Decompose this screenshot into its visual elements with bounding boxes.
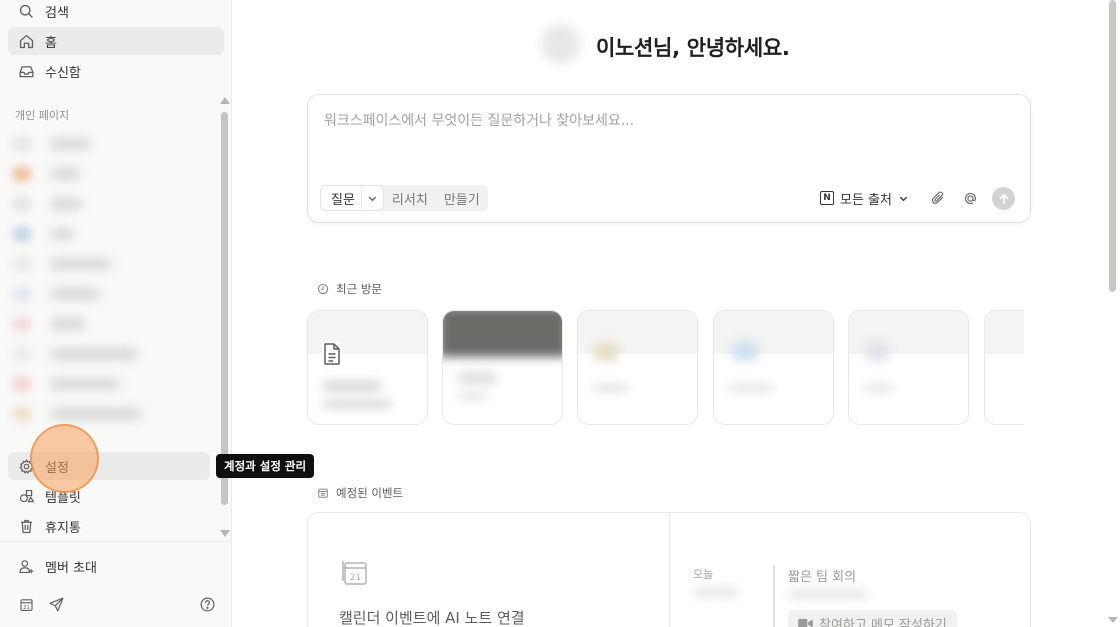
recent-visits-label: 최근 방문 <box>336 282 382 296</box>
sidebar-scrollbar[interactable] <box>221 112 228 505</box>
svg-text:21: 21 <box>23 605 29 611</box>
ask-ai-box[interactable]: 워크스페이스에서 무엇이든 질문하거나 찾아보세요... 질문 리서치 만들기 … <box>307 94 1031 223</box>
upcoming-events-label: 예정된 이벤트 <box>336 486 404 500</box>
mode-label: 질문 <box>331 192 355 208</box>
video-icon <box>798 618 813 627</box>
main-content: 이노션님, 안녕하세요. 워크스페이스에서 무엇이든 질문하거나 찾아보세요..… <box>233 0 1120 627</box>
sidebar-item-trash[interactable]: 휴지통 <box>8 512 210 540</box>
clock-icon <box>317 283 329 295</box>
gear-icon <box>16 456 36 476</box>
page-row[interactable] <box>8 133 208 155</box>
page-row[interactable] <box>8 193 208 215</box>
recent-card[interactable] <box>307 310 428 425</box>
main-scrollbar[interactable] <box>1109 0 1116 292</box>
join-and-take-notes-button[interactable]: 참여하고 메모 작성하기 <box>788 610 957 627</box>
events-divider <box>669 513 670 627</box>
attach-icon[interactable] <box>927 187 949 209</box>
source-selector[interactable]: N 모든 출처 <box>820 187 909 209</box>
shapes-icon <box>16 486 36 506</box>
chevron-down-icon <box>899 196 908 201</box>
add-user-icon <box>16 556 36 576</box>
send-icon[interactable] <box>46 594 66 614</box>
page-row[interactable] <box>8 343 208 365</box>
main-scroll-down-button[interactable] <box>1108 617 1118 623</box>
document-icon <box>322 342 342 366</box>
recent-card[interactable] <box>848 310 969 425</box>
private-pages-label: 개인 페이지 <box>15 109 70 122</box>
connect-calendar-link[interactable]: 캘린더 이벤트에 AI 노트 연결 <box>339 607 525 627</box>
mode-research-button[interactable]: 리서치 <box>384 185 436 211</box>
search-icon <box>16 1 36 21</box>
invite-members-button[interactable]: 멤버 초대 <box>8 552 224 580</box>
svg-text:21: 21 <box>350 573 361 583</box>
page-row[interactable] <box>8 163 208 185</box>
sidebar-item-label: 설정 <box>45 460 69 476</box>
sidebar-item-home[interactable]: 홈 <box>8 27 224 55</box>
join-button-label: 참여하고 메모 작성하기 <box>819 617 947 627</box>
recent-visits-heading: 최근 방문 <box>317 281 382 297</box>
page-row[interactable] <box>8 373 208 395</box>
invite-members-label: 멤버 초대 <box>45 560 97 576</box>
trash-icon <box>16 516 36 536</box>
sidebar-item-templates[interactable]: 템플릿 <box>8 482 210 510</box>
page-row[interactable] <box>8 253 208 275</box>
notion-logo-icon: N <box>820 191 834 205</box>
page-row[interactable] <box>8 223 208 245</box>
page-row[interactable] <box>8 283 208 305</box>
calendar-icon[interactable]: 21 <box>16 594 36 614</box>
recent-card[interactable] <box>984 310 1024 425</box>
sidebar-item-label: 템플릿 <box>45 490 81 506</box>
sidebar-item-label: 수신함 <box>45 65 81 81</box>
sidebar-item-settings[interactable]: 설정 <box>8 452 210 480</box>
page-title: 이노션님, 안녕하세요. <box>596 36 790 60</box>
arrow-up-icon <box>999 193 1008 204</box>
settings-tooltip: 계정과 설정 관리 <box>216 454 315 478</box>
calendar-icon: 21 <box>342 561 367 585</box>
upcoming-events-heading: 예정된 이벤트 <box>317 485 403 501</box>
avatar <box>541 24 581 64</box>
event-timeline-bar <box>773 565 775 627</box>
mode-switcher: 질문 리서치 만들기 <box>320 185 488 211</box>
sidebar-divider <box>0 541 231 542</box>
sidebar-item-label: 홈 <box>45 35 57 51</box>
events-panel: 21 캘린더 이벤트에 AI 노트 연결 오늘 짧은 팀 회의 참여하고 메모 … <box>307 512 1031 627</box>
inbox-icon <box>16 61 36 81</box>
recent-card[interactable] <box>442 310 563 425</box>
mode-ask-button[interactable]: 질문 <box>320 185 384 211</box>
calendar-icon <box>318 488 328 498</box>
event-title[interactable]: 짧은 팀 회의 <box>788 566 856 585</box>
sidebar-scroll-up-button[interactable] <box>220 97 230 104</box>
send-button[interactable] <box>992 187 1015 210</box>
mode-create-button[interactable]: 만들기 <box>436 185 488 211</box>
help-icon[interactable] <box>197 594 217 614</box>
sidebar-item-search[interactable]: 검색 <box>8 0 224 25</box>
sidebar-item-label: 검색 <box>45 5 69 21</box>
page-row[interactable] <box>8 403 208 425</box>
sidebar-item-inbox[interactable]: 수신함 <box>8 57 224 85</box>
source-label: 모든 출처 <box>840 192 892 208</box>
sidebar-scroll-down-button[interactable] <box>220 530 230 537</box>
recent-card[interactable] <box>577 310 698 425</box>
ask-input[interactable]: 워크스페이스에서 무엇이든 질문하거나 찾아보세요... <box>324 110 634 130</box>
mention-icon[interactable] <box>959 187 981 209</box>
sidebar-item-label: 휴지통 <box>45 520 81 536</box>
page-row[interactable] <box>8 313 208 335</box>
home-icon <box>16 31 36 51</box>
chevron-down-icon[interactable] <box>360 186 383 210</box>
today-label: 오늘 <box>693 568 714 581</box>
recent-card[interactable] <box>713 310 834 425</box>
sidebar-footer: 21 <box>0 590 231 618</box>
sidebar: 검색 홈 수신함 개인 페이지 설정 템플릿 휴지통 멤버 초대 21 <box>0 0 232 627</box>
